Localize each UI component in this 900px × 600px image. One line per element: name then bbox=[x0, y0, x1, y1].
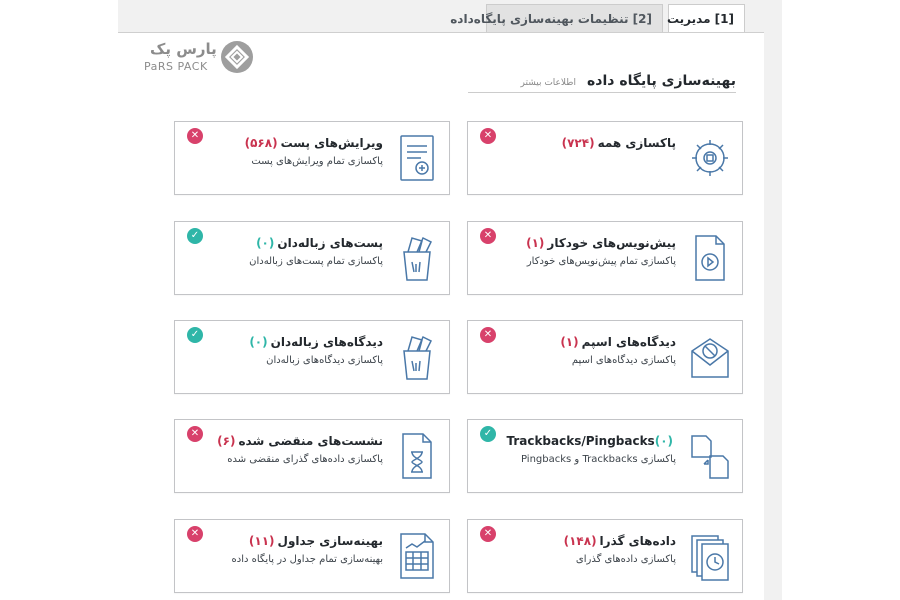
card-title: دیدگاه‌های زباله‌دان(۰) bbox=[249, 335, 383, 349]
hourglass-document-icon bbox=[395, 430, 439, 482]
status-error-icon: ✕ bbox=[187, 426, 203, 442]
trash-comments-icon bbox=[395, 331, 439, 383]
cleanup-card[interactable]: Trackbacks/Pingbacks(۰) پاکسازی Trackback… bbox=[467, 419, 743, 493]
document-revision-icon bbox=[395, 132, 439, 184]
card-description: پاکسازی دیدگاه‌های زباله‌دان bbox=[266, 355, 383, 366]
status-error-icon: ✕ bbox=[480, 128, 496, 144]
header-divider bbox=[468, 92, 736, 93]
card-title: داده‌های گذرا(۱۴۸) bbox=[564, 534, 676, 548]
card-description: پاکسازی تمام پست‌های زباله‌دان bbox=[249, 256, 383, 267]
gear-icon bbox=[688, 132, 732, 184]
card-title-text: پاکسازی همه bbox=[597, 136, 676, 150]
status-ok-icon: ✓ bbox=[480, 426, 496, 442]
card-title: پست‌های زباله‌دان(۰) bbox=[256, 236, 383, 250]
card-description: بهینه‌سازی تمام جداول در پایگاه داده bbox=[231, 554, 384, 565]
cleanup-card[interactable]: دیدگاه‌های اسپم(۱) پاکسازی دیدگاه‌های اسپ… bbox=[467, 320, 743, 394]
card-description: پاکسازی داده‌های گذرای منقضی شده bbox=[227, 454, 383, 465]
card-count: (۱۱) bbox=[248, 534, 275, 548]
card-title: پیش‌نویس‌های خودکار(۱) bbox=[526, 236, 676, 250]
tab-management[interactable]: [1] مدیریت bbox=[667, 4, 745, 34]
cleanup-card[interactable]: داده‌های گذرا(۱۴۸) پاکسازی داده‌های گذرای… bbox=[467, 519, 743, 593]
status-error-icon: ✕ bbox=[480, 327, 496, 343]
card-description: پاکسازی تمام ویرایش‌های پست bbox=[251, 156, 383, 167]
main-panel bbox=[118, 32, 764, 600]
card-title: پاکسازی همه(۷۲۴) bbox=[562, 136, 676, 150]
card-count: (۰) bbox=[654, 434, 673, 448]
status-ok-icon: ✓ bbox=[187, 228, 203, 244]
card-title-text: Trackbacks/Pingbacks bbox=[506, 434, 655, 448]
trash-posts-icon bbox=[395, 232, 439, 284]
card-title: Trackbacks/Pingbacks(۰) bbox=[506, 434, 676, 448]
cleanup-card[interactable]: ویرایش‌های پست(۵۶۸) پاکسازی تمام ویرایش‌ه… bbox=[174, 121, 450, 195]
brand-name-fa: پارس پک bbox=[150, 40, 217, 58]
card-count: (۵۶۸) bbox=[244, 136, 278, 150]
card-title-text: پست‌های زباله‌دان bbox=[277, 236, 383, 250]
cleanup-card[interactable]: پیش‌نویس‌های خودکار(۱) پاکسازی تمام پیش‌ن… bbox=[467, 221, 743, 295]
table-chart-icon bbox=[395, 530, 439, 582]
trackbacks-icon bbox=[688, 430, 732, 482]
card-count: (۱) bbox=[526, 236, 545, 250]
auto-draft-icon bbox=[688, 232, 732, 284]
status-error-icon: ✕ bbox=[187, 128, 203, 144]
card-title: بهینه‌سازی جداول(۱۱) bbox=[249, 534, 383, 548]
card-description: پاکسازی دیدگاه‌های اسپم bbox=[571, 355, 676, 366]
card-title-text: داده‌های گذرا bbox=[599, 534, 676, 548]
card-title: نشست‌های منقضی شده(۶) bbox=[217, 434, 383, 448]
page-title: بهینه‌سازی پایگاه داده bbox=[587, 73, 736, 89]
logo-mark-icon bbox=[221, 41, 253, 73]
card-title: ویرایش‌های پست(۵۶۸) bbox=[245, 136, 383, 150]
card-count: (۶) bbox=[217, 434, 236, 448]
card-title-text: دیدگاه‌های اسپم bbox=[581, 335, 676, 349]
status-error-icon: ✕ bbox=[480, 526, 496, 542]
card-count: (۰) bbox=[249, 335, 268, 349]
cleanup-card[interactable]: دیدگاه‌های زباله‌دان(۰) پاکسازی دیدگاه‌ها… bbox=[174, 320, 450, 394]
card-title-text: پیش‌نویس‌های خودکار bbox=[547, 236, 676, 250]
card-count: (۷۲۴) bbox=[561, 136, 595, 150]
card-title: دیدگاه‌های اسپم(۱) bbox=[560, 335, 676, 349]
tab-database-settings[interactable]: [2] تنظیمات بهینه‌سازی پایگاه‌داده bbox=[450, 4, 663, 33]
card-description: پاکسازی تمام پیش‌نویس‌های خودکار bbox=[526, 256, 676, 267]
card-count: (۱) bbox=[560, 335, 579, 349]
status-ok-icon: ✓ bbox=[187, 327, 203, 343]
card-description: پاکسازی Trackbacks و Pingbacks bbox=[521, 454, 676, 465]
spam-mail-icon bbox=[688, 331, 732, 383]
card-title-text: بهینه‌سازی جداول bbox=[277, 534, 383, 548]
card-title-text: دیدگاه‌های زباله‌دان bbox=[270, 335, 383, 349]
card-count: (۱۴۸) bbox=[563, 534, 597, 548]
status-error-icon: ✕ bbox=[187, 526, 203, 542]
card-title-text: ویرایش‌های پست bbox=[280, 136, 383, 150]
cleanup-card[interactable]: پست‌های زباله‌دان(۰) پاکسازی تمام پست‌های… bbox=[174, 221, 450, 295]
cleanup-card[interactable]: نشست‌های منقضی شده(۶) پاکسازی داده‌های گذ… bbox=[174, 419, 450, 493]
card-description: پاکسازی داده‌های گذرای bbox=[575, 554, 676, 565]
brand-name-en: PaRS PACK bbox=[144, 60, 208, 73]
card-count: (۰) bbox=[256, 236, 275, 250]
status-error-icon: ✕ bbox=[480, 228, 496, 244]
more-info-link[interactable]: اطلاعات بیشتر bbox=[521, 78, 576, 88]
transient-clock-icon bbox=[688, 530, 732, 582]
brand-logo: پارس پک PaRS PACK bbox=[142, 38, 257, 80]
page-header: بهینه‌سازی پایگاه داده اطلاعات بیشتر bbox=[468, 70, 736, 92]
cleanup-card[interactable]: بهینه‌سازی جداول(۱۱) بهینه‌سازی تمام جداو… bbox=[174, 519, 450, 593]
card-title-text: نشست‌های منقضی شده bbox=[238, 434, 383, 448]
cleanup-card[interactable]: پاکسازی همه(۷۲۴) ✕ bbox=[467, 121, 743, 195]
